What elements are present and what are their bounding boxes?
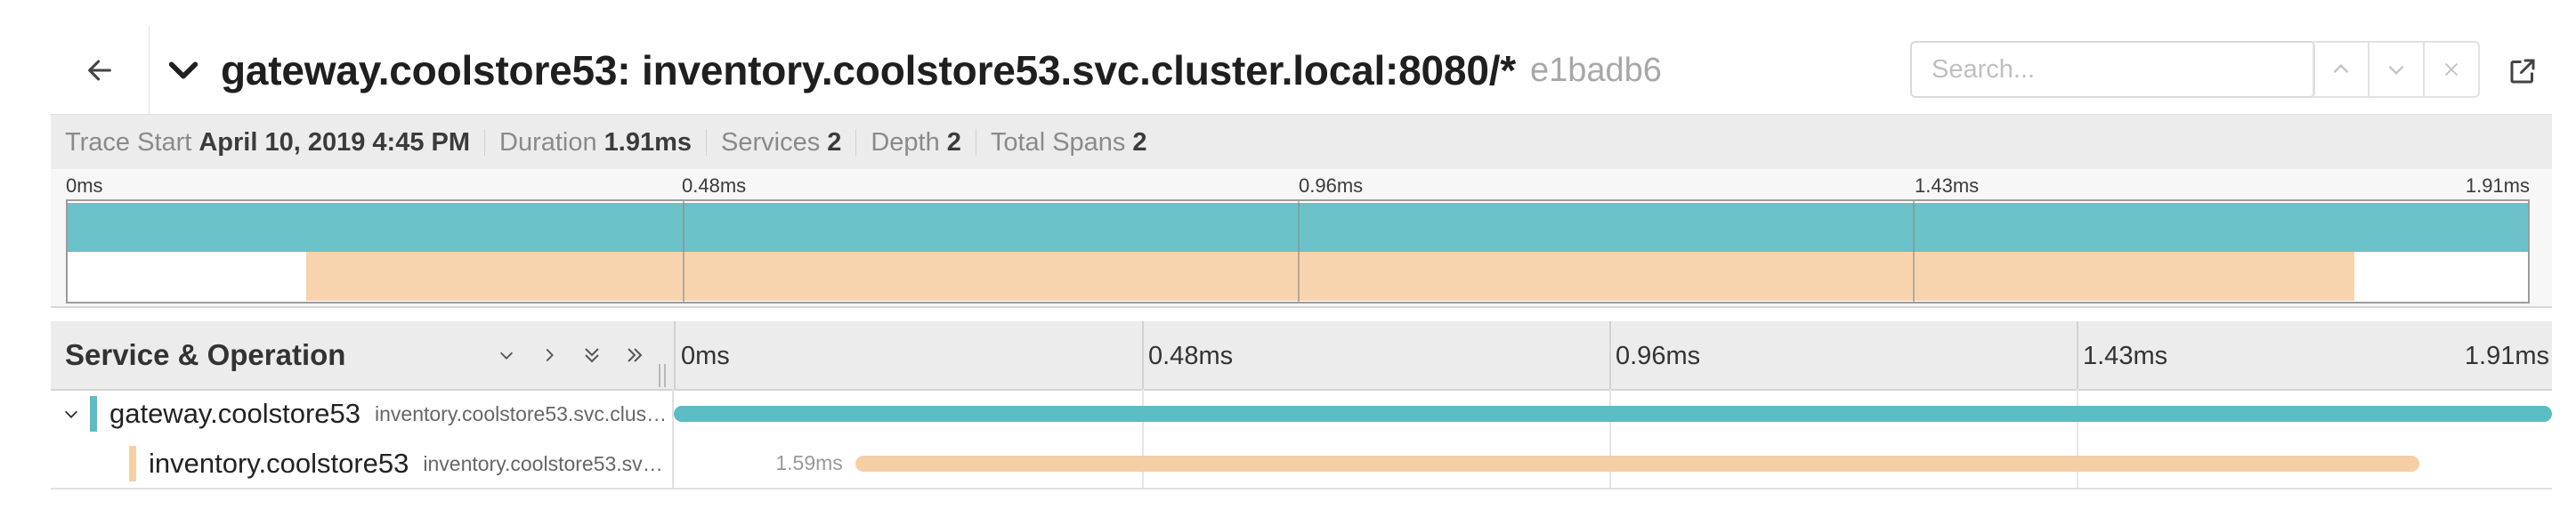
meta-services: Services 2 [706, 129, 855, 156]
service-color-marker [89, 396, 97, 432]
chevron-down-icon[interactable] [61, 404, 81, 424]
meta-trace-start: Trace Start April 10, 2019 4:45 PM [65, 128, 471, 157]
span-bar[interactable] [855, 456, 2419, 472]
collapse-all-button[interactable] [576, 337, 608, 373]
span-row-label[interactable]: inventory.coolstore53 inventory.coolstor… [51, 439, 674, 489]
span-duration-label: 1.59ms [775, 451, 843, 474]
minimap-tick: 0.48ms [682, 174, 747, 197]
minimap-span-inventory [305, 252, 2354, 301]
open-new-window-button[interactable] [2498, 46, 2548, 96]
chevron-down-icon [168, 61, 198, 79]
meta-depth: Depth 2 [855, 129, 976, 156]
double-chevron-right-icon [628, 348, 643, 362]
trace-id: e1badb6 [1529, 51, 1662, 89]
timeline-divider [2077, 321, 2078, 389]
span-service-name: inventory.coolstore53 [149, 448, 409, 479]
expand-all-button[interactable] [619, 337, 651, 373]
rows-divider [51, 488, 2552, 490]
minimap-tick: 0ms [66, 174, 103, 197]
span-service-name: gateway.coolstore53 [109, 398, 361, 429]
chevron-down-icon [2388, 65, 2404, 76]
minimap-gridline [683, 201, 685, 302]
span-row-gateway[interactable]: gateway.coolstore53 inventory.coolstore5… [51, 389, 2552, 439]
trace-title-toggle[interactable]: gateway.coolstore53: inventory.coolstore… [166, 27, 1662, 114]
minimap-tick: 1.91ms [2465, 174, 2530, 197]
timeline-header [51, 321, 2552, 391]
close-icon [2444, 62, 2459, 77]
trace-title: gateway.coolstore53: inventory.coolstore… [221, 47, 1516, 93]
minimap-tick: 0.96ms [1299, 174, 1364, 197]
minimap-tick: 1.43ms [1915, 174, 1980, 197]
span-operation-name: inventory.coolstore53.svc.clust… [375, 401, 672, 425]
search-input[interactable] [1910, 41, 2315, 98]
timeline-divider [1609, 321, 1611, 389]
timeline-tick: 1.43ms [2083, 342, 2168, 370]
arrow-left-icon [88, 60, 111, 81]
collapse-one-button[interactable] [490, 337, 522, 373]
search-nav-group [2313, 41, 2480, 98]
collapse-controls [490, 336, 651, 375]
clear-search-button[interactable] [2423, 43, 2478, 96]
span-bar[interactable] [674, 406, 2552, 422]
minimap-gridline [1298, 201, 1300, 302]
meta-duration: Duration 1.91ms [484, 129, 706, 156]
timeline-tick: 0.48ms [1148, 342, 1234, 370]
external-link-icon [2510, 59, 2535, 84]
minimap-gridline [1913, 201, 1915, 302]
timeline-divider [674, 321, 676, 389]
chevron-down-icon [499, 352, 514, 360]
timeline-divider [1142, 321, 1144, 389]
service-operation-title: Service & Operation [65, 338, 346, 371]
minimap-canvas[interactable] [66, 199, 2530, 303]
chevron-right-icon [546, 348, 554, 362]
timeline-tick: 0ms [681, 342, 730, 370]
prev-result-button[interactable] [2314, 43, 2368, 96]
expand-one-button[interactable] [533, 337, 565, 373]
span-operation-name: inventory.coolstore53.svc… [423, 451, 672, 475]
timeline-tick: 1.91ms [2464, 342, 2549, 370]
service-color-marker [129, 446, 136, 481]
meta-total-spans: Total Spans 2 [975, 129, 1162, 156]
double-chevron-down-icon [585, 348, 599, 363]
next-result-button[interactable] [2368, 43, 2423, 96]
span-row-label[interactable]: gateway.coolstore53 inventory.coolstore5… [51, 389, 674, 439]
chevron-up-icon [2333, 63, 2349, 74]
column-resize-handle[interactable] [659, 364, 668, 387]
back-button[interactable] [51, 27, 150, 114]
timeline-tick: 0.96ms [1616, 342, 1701, 370]
trace-meta-bar: Trace Start April 10, 2019 4:45 PM Durati… [51, 114, 2552, 171]
span-row-inventory[interactable]: inventory.coolstore53 inventory.coolstor… [51, 439, 2552, 489]
